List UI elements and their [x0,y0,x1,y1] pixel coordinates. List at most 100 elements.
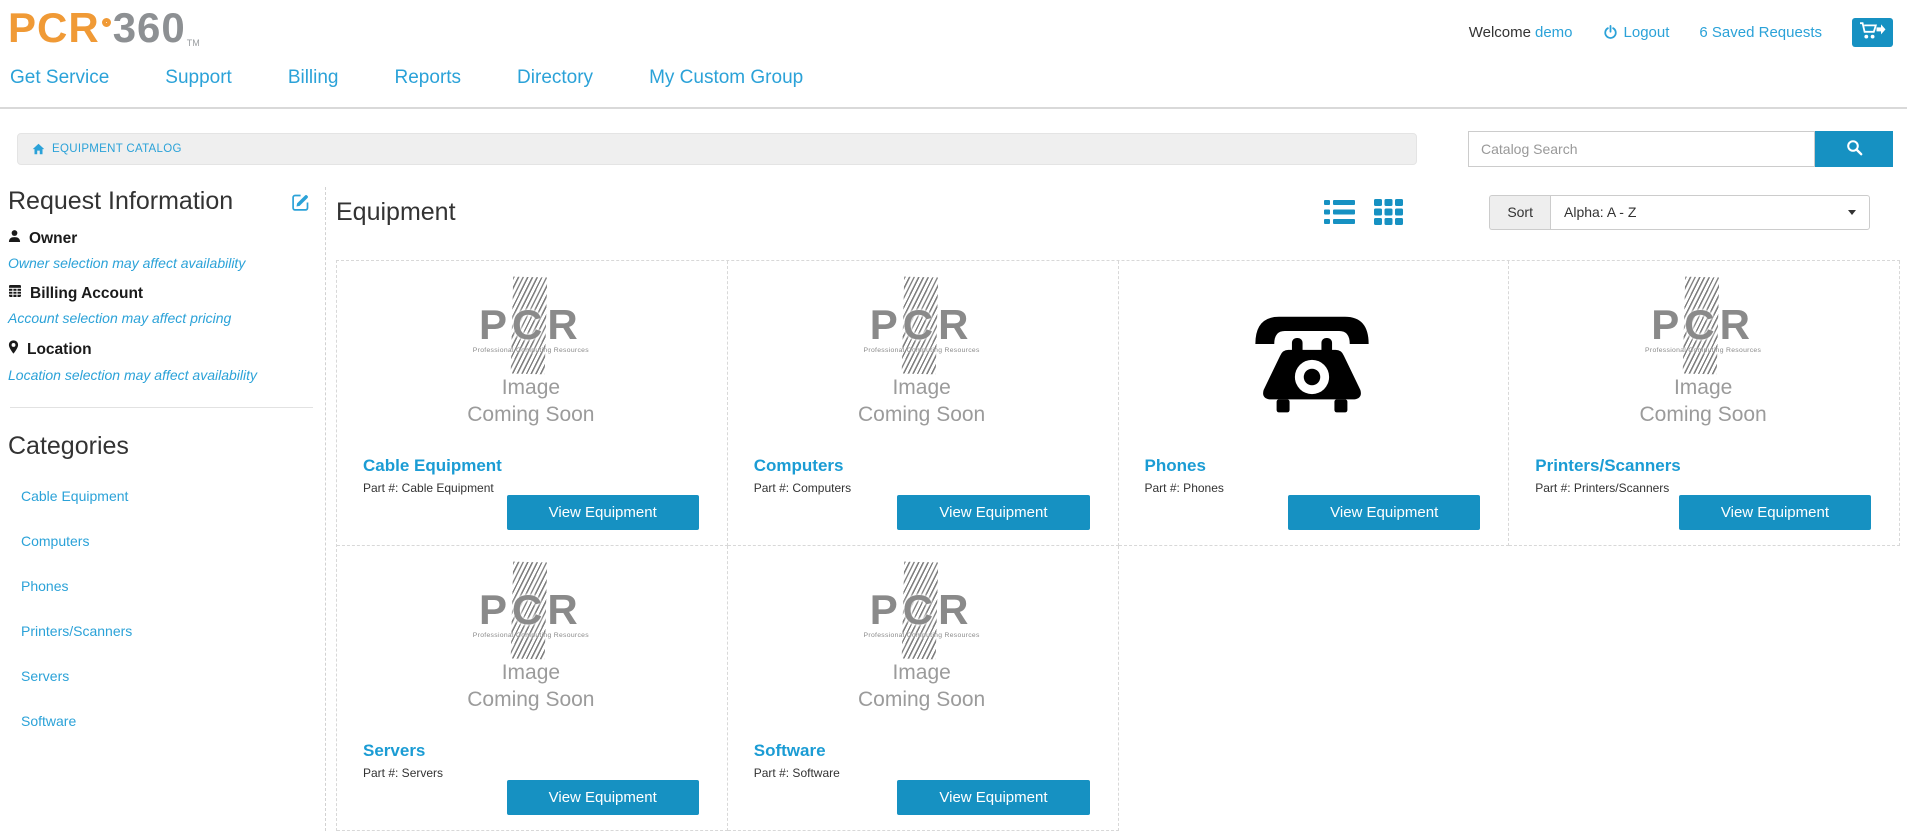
nav-item-get-service[interactable]: Get Service [10,67,109,89]
sort-selected-value: Alpha: A - Z [1564,204,1636,220]
sidebar-category-servers[interactable]: Servers [21,668,325,684]
card-part-number: Part #: Software [754,766,1090,780]
cart-checkout-button[interactable] [1852,18,1893,47]
breadcrumb[interactable]: EQUIPMENT CATALOG [17,133,1417,165]
pcr-logo-letters: PCR [473,304,589,346]
owner-label-row[interactable]: Owner [8,229,325,248]
content-area: Request Information Owner Owner selectio… [0,167,1907,831]
sidebar-category-phones[interactable]: Phones [21,578,325,594]
card-title-link[interactable]: Printers/Scanners [1535,456,1681,476]
placeholder-image: PCR Professional Computing Resources Ima… [858,589,985,714]
breadcrumb-label: EQUIPMENT CATALOG [52,143,182,155]
list-view-icon[interactable] [1324,199,1355,225]
placeholder-image: PCR Professional Computing Resources Ima… [467,589,594,714]
sort-label: Sort [1489,195,1550,230]
pcr-logo-letters: PCR [864,304,980,346]
card-title-link[interactable]: Software [754,741,826,761]
pcr-logo-subtext: Professional Computing Resources [473,632,589,639]
search-icon [1846,139,1863,159]
view-equipment-button[interactable]: View Equipment [507,780,699,815]
equipment-card-software: PCR Professional Computing Resources Ima… [728,546,1119,831]
categories-title: Categories [8,432,325,461]
username-link[interactable]: demo [1535,24,1573,41]
billing-account-label-row[interactable]: Billing Account [8,284,325,303]
phone-icon [1241,305,1383,428]
owner-field: Owner Owner selection may affect availab… [8,229,325,271]
power-icon [1603,25,1618,40]
sidebar-category-software[interactable]: Software [21,713,325,729]
sidebar-category-cable-equipment[interactable]: Cable Equipment [21,488,325,504]
request-info-title: Request Information [8,187,233,216]
pcr-logo-subtext: Professional Computing Resources [473,347,589,354]
welcome-label: Welcome [1469,24,1531,41]
equipment-title: Equipment [336,198,456,227]
view-toggles [1324,199,1403,225]
location-label: Location [27,341,92,359]
logout-label: Logout [1624,24,1670,41]
card-title-link[interactable]: Computers [754,456,844,476]
main-nav: Get Service Support Billing Reports Director… [0,51,1907,109]
equipment-header: Equipment Sort Alpha: A - Z [336,191,1900,233]
card-part-number: Part #: Printers/Scanners [1535,481,1871,495]
pcr360-logo: PCR360TM [8,5,200,51]
equipment-card-computers: PCR Professional Computing Resources Ima… [728,261,1119,546]
user-icon [8,229,21,248]
logout-link[interactable]: Logout [1603,24,1670,41]
view-equipment-button[interactable]: View Equipment [897,780,1089,815]
catalog-search-button[interactable] [1815,131,1893,167]
billing-account-hint: Account selection may affect pricing [8,310,325,326]
equipment-card-servers: PCR Professional Computing Resources Ima… [337,546,728,831]
sort-select[interactable]: Alpha: A - Z [1550,195,1870,230]
catalog-search-group [1468,131,1893,167]
nav-item-billing[interactable]: Billing [288,67,339,89]
equipment-card-phones: Phones Part #: Phones View Equipment [1119,261,1510,546]
chevron-down-icon [1848,210,1856,215]
billing-account-field: Billing Account Account selection may af… [8,284,325,326]
equipment-card-cable-equipment: PCR Professional Computing Resources Ima… [337,261,728,546]
sidebar-category-printers-scanners[interactable]: Printers/Scanners [21,623,325,639]
view-equipment-button[interactable]: View Equipment [1288,495,1480,530]
saved-requests-link[interactable]: 6 Saved Requests [1699,24,1822,41]
card-title-link[interactable]: Servers [363,741,425,761]
view-equipment-button[interactable]: View Equipment [897,495,1089,530]
pcr-logo-letters: PCR [1645,304,1761,346]
owner-label: Owner [29,230,77,248]
placeholder-image: PCR Professional Computing Resources Ima… [467,304,594,429]
card-title-link[interactable]: Cable Equipment [363,456,502,476]
logo-360-text: 360 [113,4,186,51]
equipment-grid: PCR Professional Computing Resources Ima… [336,260,1900,831]
card-title-link[interactable]: Phones [1145,456,1206,476]
view-equipment-button[interactable]: View Equipment [507,495,699,530]
view-equipment-button[interactable]: View Equipment [1679,495,1871,530]
pcr-logo-letters: PCR [473,589,589,631]
card-part-number: Part #: Phones [1145,481,1481,495]
placeholder-image: PCR Professional Computing Resources Ima… [1640,304,1767,429]
pcr-logo-subtext: Professional Computing Resources [1645,347,1761,354]
sidebar: Request Information Owner Owner selectio… [8,187,326,831]
category-list: Cable Equipment Computers Phones Printers/S… [8,488,325,729]
billing-account-label: Billing Account [30,285,143,303]
welcome-text: Welcomedemo [1469,24,1573,41]
edit-request-icon[interactable] [291,192,311,212]
catalog-search-input[interactable] [1468,131,1815,167]
nav-item-support[interactable]: Support [165,67,232,89]
location-label-row[interactable]: Location [8,339,325,360]
nav-item-directory[interactable]: Directory [517,67,593,89]
placeholder-image: PCR Professional Computing Resources Ima… [858,304,985,429]
logo-tm-text: TM [187,38,200,48]
nav-item-reports[interactable]: Reports [395,67,462,89]
home-icon [32,143,45,155]
top-header: PCR360TM Welcomedemo Logout 6 Saved Requ… [0,0,1907,51]
location-icon [8,339,19,360]
pcr-logo-letters: PCR [864,589,980,631]
main-panel: Equipment Sort Alpha: A - Z [326,187,1900,831]
nav-item-my-custom-group[interactable]: My Custom Group [649,67,803,89]
sidebar-category-computers[interactable]: Computers [21,533,325,549]
location-field: Location Location selection may affect a… [8,339,325,383]
equipment-card-printers-scanners: PCR Professional Computing Resources Ima… [1509,261,1900,546]
header-user-area: Welcomedemo Logout 6 Saved Requests [1469,18,1893,47]
pcr-logo-subtext: Professional Computing Resources [864,632,980,639]
cart-arrow-icon [1859,21,1886,44]
pcr-logo-subtext: Professional Computing Resources [864,347,980,354]
grid-view-icon[interactable] [1374,199,1403,225]
